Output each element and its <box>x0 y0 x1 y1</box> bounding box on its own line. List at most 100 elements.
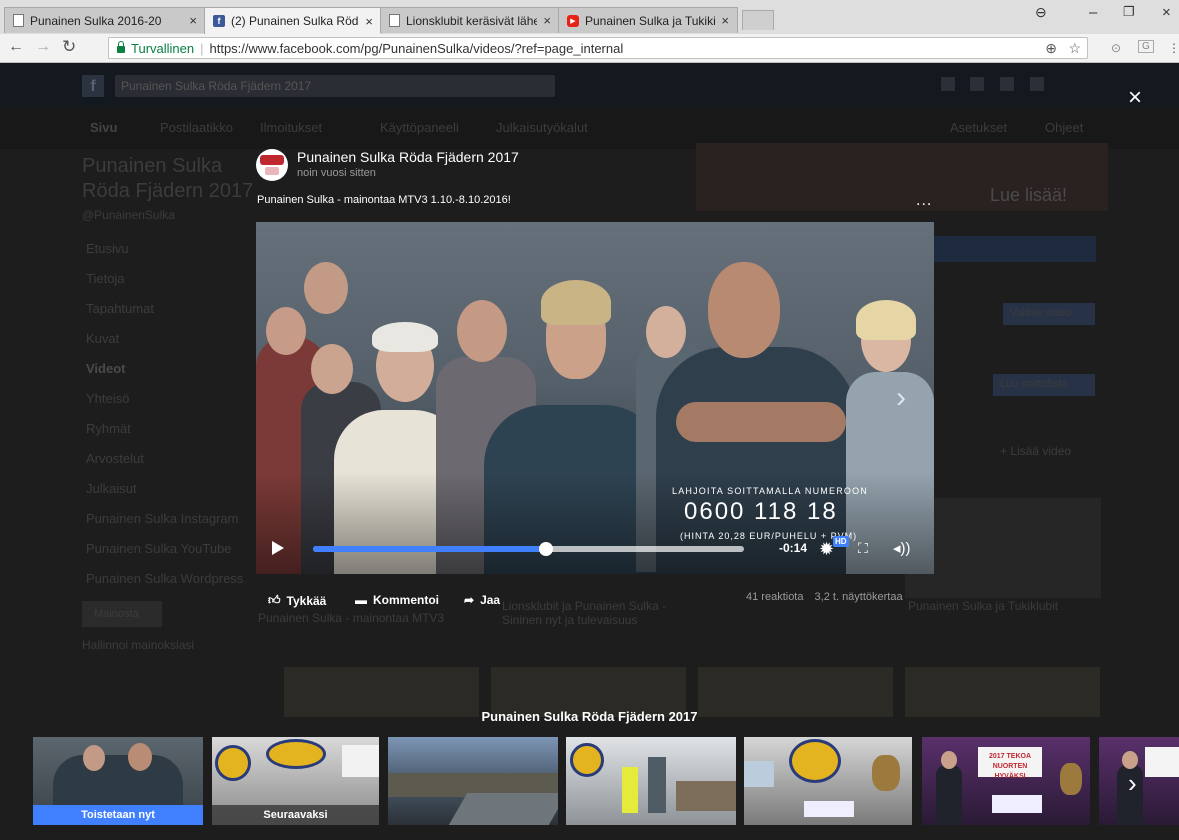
playlist-thumb[interactable] <box>1099 737 1179 825</box>
forward-icon[interactable]: → <box>35 38 51 56</box>
comment-label: Kommentoi <box>373 593 439 607</box>
bg-tab: Sivu <box>90 120 118 135</box>
close-icon[interactable]: × <box>543 13 551 28</box>
bg-tab: Ilmoitukset <box>260 120 323 135</box>
bg-video-button: Valitse video <box>1010 307 1072 319</box>
close-lightbox-button[interactable]: × <box>1128 86 1142 110</box>
window-close-icon[interactable]: × <box>1162 4 1171 21</box>
hd-badge: HD <box>833 536 849 547</box>
more-options-icon[interactable]: ... <box>916 192 932 210</box>
thumb-banner-fragment <box>1145 747 1179 777</box>
video-stats: 41 reaktiota 3,2 t. näyttökertaa <box>746 591 903 603</box>
menu-icon[interactable]: ⋮ <box>1168 41 1179 55</box>
bg-sidebar-item: Arvostelut <box>86 451 144 466</box>
video-progress-handle[interactable] <box>538 542 553 556</box>
document-icon <box>13 14 24 27</box>
facebook-icon: f <box>213 15 225 27</box>
playlist-thumb[interactable] <box>388 737 558 825</box>
reactions-count[interactable]: 41 reaktiota <box>746 591 803 603</box>
bg-sidebar-item: Kuvat <box>86 331 120 346</box>
tab-title: Punainen Sulka ja Tukiki <box>585 13 716 28</box>
lions-logo-icon <box>789 739 841 783</box>
secure-label: Turvallinen <box>131 40 195 56</box>
zoom-icon[interactable]: ⊕ <box>1045 40 1057 57</box>
share-button[interactable]: ➦ Jaa <box>464 593 500 607</box>
lions-logo-icon <box>266 739 326 769</box>
restore-icon[interactable]: ❐ <box>1123 4 1135 20</box>
video-person <box>676 402 846 442</box>
bg-manage-link: Hallinnoi mainoksiasi <box>82 638 195 652</box>
playlist-thumb[interactable]: 2017 TEKOA NUORTEN HYVÄKSI <box>922 737 1090 825</box>
post-page-name[interactable]: Punainen Sulka Röda Fjädern 2017 <box>297 149 519 165</box>
close-icon[interactable]: × <box>189 13 197 28</box>
bg-sidebar-item: Julkaisut <box>86 481 137 496</box>
reload-icon[interactable]: ↻ <box>62 37 76 57</box>
statue <box>872 755 900 791</box>
document-icon <box>389 14 400 27</box>
bg-sidebar-item: Punainen Sulka YouTube <box>86 541 232 556</box>
bg-sidebar-item: Punainen Sulka Instagram <box>86 511 239 526</box>
playlist-thumb[interactable]: Seuraavaksi <box>212 737 379 825</box>
playlist-next-arrow-icon[interactable]: › <box>1128 768 1137 799</box>
new-tab-button[interactable] <box>742 10 774 30</box>
volume-icon[interactable]: ◂)) <box>893 539 911 557</box>
close-icon[interactable]: × <box>721 13 729 28</box>
video-person <box>266 307 306 355</box>
browser-tab-bar: Punainen Sulka 2016-20 × f (2) Punainen … <box>0 0 1179 34</box>
bg-sidebar-item: Tietoja <box>86 271 125 286</box>
page-avatar[interactable] <box>256 149 288 181</box>
person-in-vest <box>622 767 638 813</box>
lock-icon <box>117 40 125 53</box>
bg-sidebar-item: Yhteisö <box>86 391 130 406</box>
video-progress-bar[interactable] <box>313 542 744 556</box>
bg-link: Ohjeet <box>1045 120 1084 135</box>
next-video-arrow-icon[interactable]: › <box>896 381 906 415</box>
post-caption: Punainen Sulka - mainontaa MTV3 1.10.-8.… <box>257 194 511 206</box>
extension-icon[interactable]: ⊙ <box>1111 41 1121 55</box>
comment-button[interactable]: ▬ Kommentoi <box>355 593 439 607</box>
browser-tab[interactable]: ▶ Punainen Sulka ja Tukiki × <box>558 7 738 33</box>
bg-grid-title: Punainen Sulka ja Tukiklubit <box>908 599 1059 613</box>
bg-grid-title: Lionsklubit ja Punainen Sulka - Sininen … <box>502 599 667 627</box>
bookmark-star-icon[interactable]: ☆ <box>1068 40 1081 57</box>
like-label: Tykkää <box>286 593 327 608</box>
thumbs-up-icon: 👍︎ <box>268 593 281 607</box>
profile-icon[interactable]: ⊖ <box>1035 4 1047 21</box>
youtube-icon: ▶ <box>567 14 579 27</box>
playlist-title: Punainen Sulka Röda Fjädern 2017 <box>481 709 698 724</box>
comment-icon: ▬ <box>355 593 367 607</box>
video-person <box>372 322 438 352</box>
video-overlay-text: LAHJOITA SOITTAMALLA NUMEROON <box>672 486 868 496</box>
browser-tab[interactable]: Lionsklubit keräsivät lähe × <box>380 7 560 33</box>
url-input[interactable]: Turvallinen | https://www.facebook.com/p… <box>108 37 1088 59</box>
facebook-search-input: Punainen Sulka Röda Fjädern 2017 <box>115 75 555 97</box>
fullscreen-icon[interactable]: ⛶ <box>858 540 868 557</box>
presenter-head <box>941 751 957 769</box>
bg-sidebar-item: Punainen Sulka Wordpress <box>86 571 244 586</box>
extension-icon[interactable]: G <box>1138 40 1154 53</box>
minimize-icon[interactable]: – <box>1089 4 1097 21</box>
playlist-thumb[interactable] <box>744 737 912 825</box>
browser-tab[interactable]: Punainen Sulka 2016-20 × <box>4 7 206 33</box>
bg-tab: Postilaatikko <box>160 120 233 135</box>
close-icon[interactable]: × <box>365 14 373 29</box>
playlist-thumb[interactable] <box>566 737 736 825</box>
desk-screen <box>992 795 1042 813</box>
bg-sidebar-item: Videot <box>86 361 126 376</box>
playlist-thumb-current[interactable]: Toistetaan nyt <box>33 737 203 825</box>
video-person <box>304 262 348 314</box>
bg-sidebar-item: Ryhmät <box>86 421 131 436</box>
like-button[interactable]: 👍︎ Tykkää <box>268 593 326 608</box>
back-icon[interactable]: ← <box>8 38 24 56</box>
bg-sidebar-item: Etusivu <box>86 241 129 256</box>
play-icon[interactable] <box>272 541 284 555</box>
table <box>676 781 736 811</box>
share-arrow-icon: ➦ <box>464 593 475 607</box>
bg-grid-title: Punainen Sulka - mainontaa MTV3 1.10.-8.… <box>258 611 445 626</box>
facebook-top-bar: f Punainen Sulka Röda Fjädern 2017 <box>0 63 1179 107</box>
browser-tab-active[interactable]: f (2) Punainen Sulka Röda × <box>204 7 382 34</box>
video-person <box>311 344 353 394</box>
bg-page-title: Röda Fjädern 2017 <box>82 180 254 202</box>
video-person <box>646 306 686 358</box>
post-timestamp[interactable]: noin vuosi sitten <box>297 167 376 179</box>
